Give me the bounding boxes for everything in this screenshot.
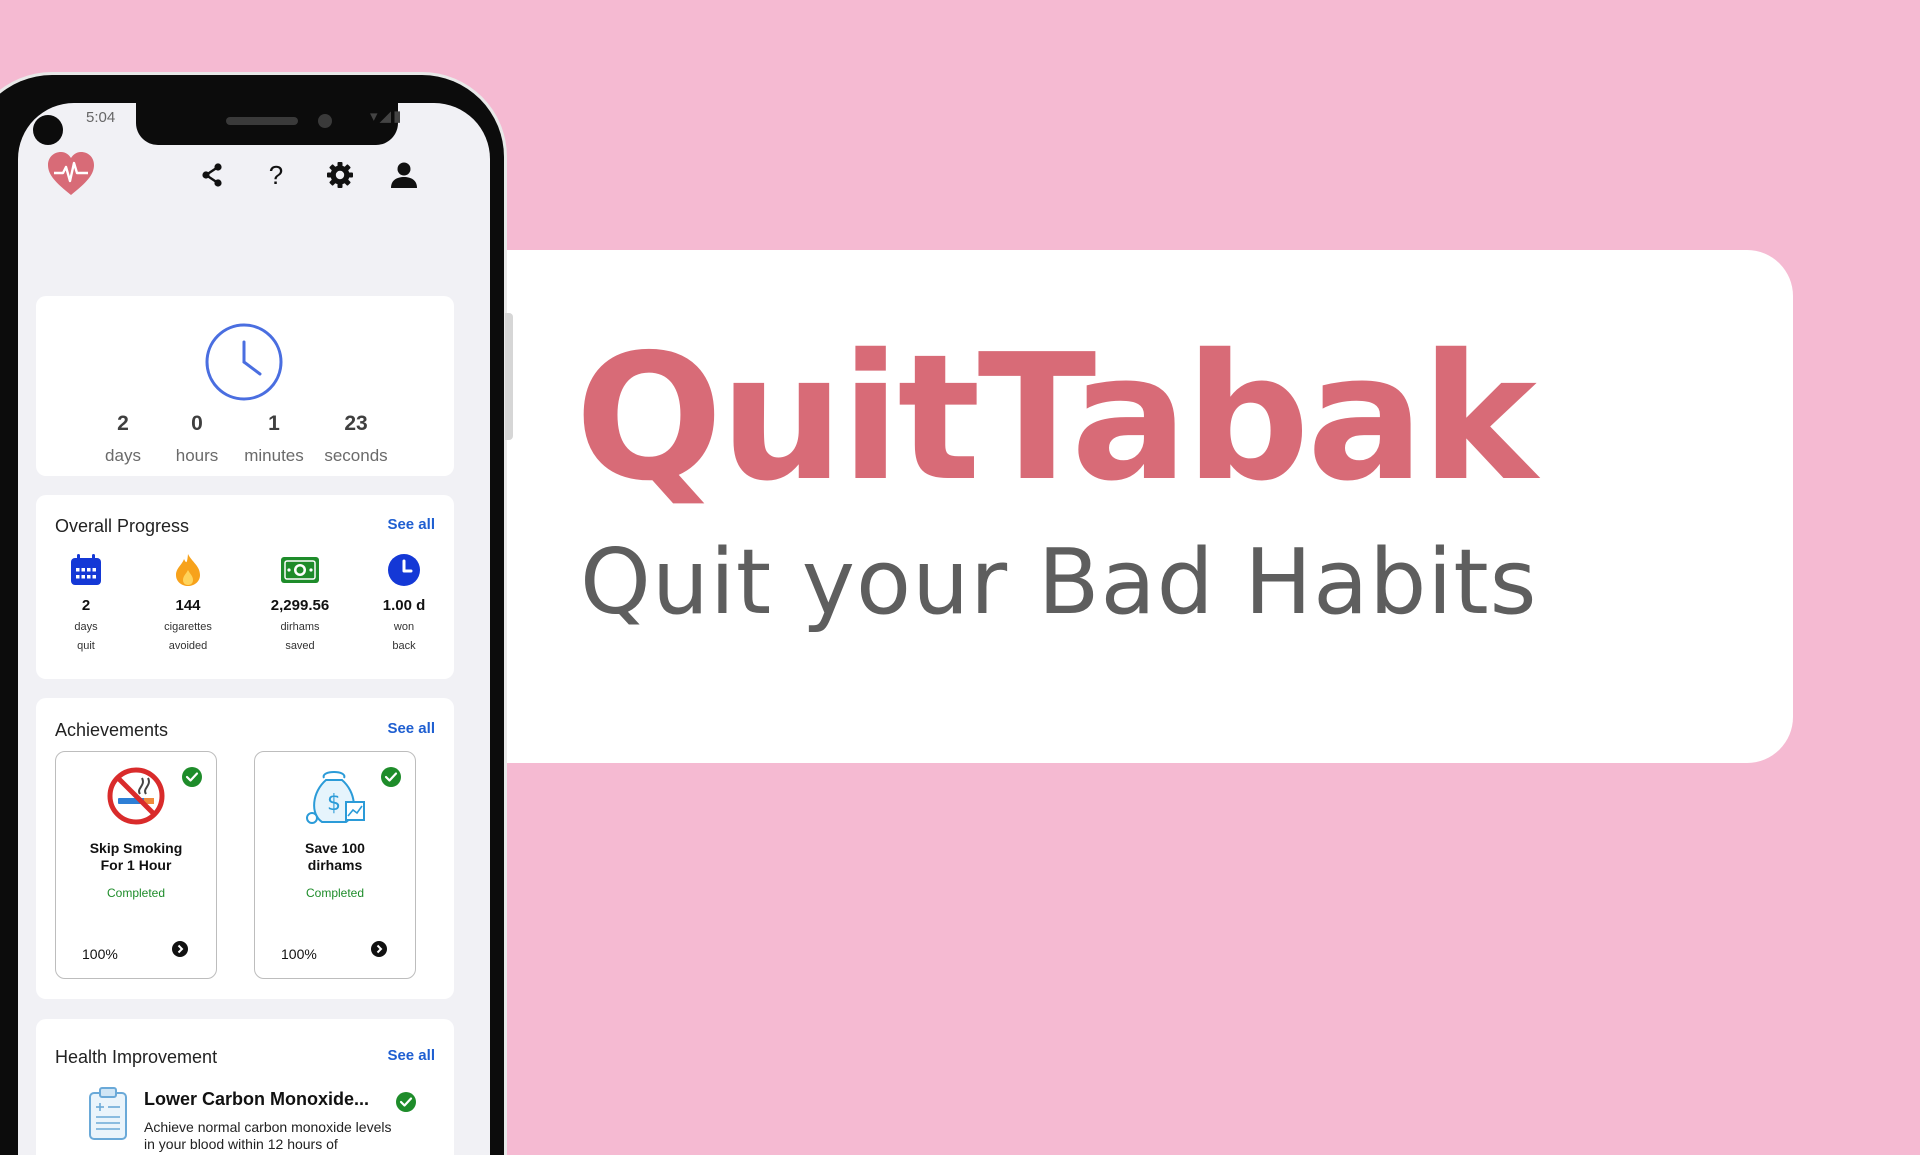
brand-title: QuitTabak: [575, 317, 1537, 520]
phone-frame: 5:04 ▾◢▮ ? 2 days 0 hours 1 minutes 23 s…: [0, 75, 504, 1155]
share-icon[interactable]: [196, 159, 228, 191]
heart-pulse-icon: [46, 151, 96, 199]
overall-progress-title: Overall Progress: [55, 516, 190, 536]
achievement-title-line2: dirhams: [307, 857, 363, 873]
timer-seconds-label: seconds: [324, 446, 388, 465]
health-improvement-panel: Health Improvement See all Lower Carbon …: [36, 1019, 454, 1155]
front-camera: [318, 114, 332, 128]
timer-minutes-label: minutes: [244, 446, 304, 465]
stat-time-label2: back: [392, 640, 416, 652]
timer-minutes-value: 1: [268, 412, 280, 435]
stat-days-quit-value: 2: [81, 597, 91, 614]
stat-cigarettes-avoided: 144 cigarettes avoided: [140, 553, 236, 656]
achievements-see-all[interactable]: See all: [387, 720, 435, 737]
camera-hole: [33, 115, 63, 145]
overall-progress-see-all[interactable]: See all: [387, 516, 435, 533]
money-icon: [252, 553, 348, 587]
health-improvement-title: Health Improvement: [55, 1047, 218, 1067]
timer-seconds: 23 seconds: [316, 412, 396, 466]
achievement-card[interactable]: $ Save 100 dirhams Completed 100%: [254, 751, 416, 979]
achievement-title: Skip Smoking For 1 Hour: [62, 840, 210, 874]
achievement-percent: 100%: [281, 946, 317, 962]
stat-cigarettes-label1: cigarettes: [164, 621, 212, 633]
health-improvement-see-all[interactable]: See all: [387, 1047, 435, 1064]
clock-icon: [204, 322, 284, 407]
stat-dirhams-saved: 2,299.56 dirhams saved: [252, 553, 348, 656]
stat-dirhams-label1: dirhams: [280, 621, 320, 633]
achievement-title-line2: For 1 Hour: [100, 857, 172, 873]
phone-screen: 5:04 ▾◢▮ ? 2 days 0 hours 1 minutes 23 s…: [18, 103, 490, 1155]
stat-days-quit-label1: days: [74, 621, 98, 633]
phone-side-button: [505, 313, 513, 440]
help-icon[interactable]: ?: [260, 159, 292, 191]
achievement-status: Completed: [305, 886, 365, 900]
no-smoking-icon: [56, 766, 216, 832]
svg-text:$: $: [327, 791, 341, 816]
achievement-title: Save 100 dirhams: [261, 840, 409, 874]
stat-cigarettes-label2: avoided: [168, 640, 208, 652]
overall-progress-panel: Overall Progress See all 2 days quit 144…: [36, 495, 454, 679]
achievement-card[interactable]: Skip Smoking For 1 Hour Completed 100%: [55, 751, 217, 979]
stat-dirhams-value: 2,299.56: [270, 597, 330, 614]
timer-hours: 0 hours: [157, 412, 237, 466]
person-icon[interactable]: [388, 159, 420, 191]
timer-minutes: 1 minutes: [234, 412, 314, 466]
stat-time-label1: won: [393, 621, 415, 633]
achievement-title-line1: Save 100: [305, 840, 365, 856]
clipboard-icon: [88, 1087, 128, 1146]
stat-time-value: 1.00 d: [382, 597, 426, 614]
achievements-panel: Achievements See all Skip Smoking For 1 …: [36, 698, 454, 999]
stat-days-quit: 2 days quit: [38, 553, 134, 656]
quit-timer-panel: 2 days 0 hours 1 minutes 23 seconds: [36, 296, 454, 476]
health-item-description: Achieve normal carbon monoxide levels in…: [144, 1119, 392, 1152]
check-circle-icon: [395, 1091, 417, 1118]
chevron-right-icon[interactable]: [172, 941, 188, 962]
stat-dirhams-label2: saved: [285, 640, 315, 652]
stat-time-won-back: 1.00 d won back: [356, 553, 452, 656]
achievement-percent: 100%: [82, 946, 118, 962]
calendar-icon: [38, 553, 134, 587]
achievement-status: Completed: [106, 886, 166, 900]
stat-days-quit-label2: quit: [77, 640, 95, 652]
brand-subtitle: Quit your Bad Habits: [580, 530, 1538, 635]
achievements-title: Achievements: [55, 720, 169, 740]
stat-cigarettes-value: 144: [175, 597, 201, 614]
timer-hours-value: 0: [191, 412, 203, 435]
speaker-grill: [226, 117, 298, 125]
timer-seconds-value: 23: [344, 412, 368, 435]
achievement-title-line1: Skip Smoking: [89, 840, 183, 856]
phone-notch: [136, 103, 398, 145]
timer-days-value: 2: [117, 412, 129, 435]
health-item-title: Lower Carbon Monoxide...: [144, 1089, 370, 1109]
timer-days: 2 days: [83, 412, 163, 466]
flame-icon: [140, 553, 236, 587]
timer-days-label: days: [105, 446, 141, 465]
gear-icon[interactable]: [324, 159, 356, 191]
status-icons: ▾◢▮: [370, 108, 404, 125]
chevron-right-icon[interactable]: [371, 941, 387, 962]
timer-hours-label: hours: [175, 446, 219, 465]
status-time: 5:04: [86, 109, 116, 126]
money-bag-icon: $: [255, 766, 415, 832]
time-icon: [356, 553, 452, 587]
